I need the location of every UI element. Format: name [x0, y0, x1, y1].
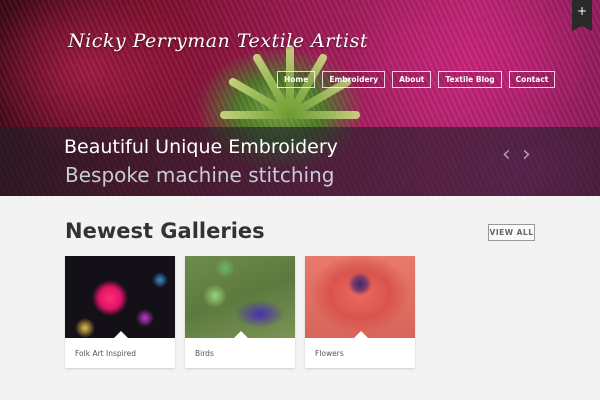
nav-embroidery[interactable]: Embroidery	[322, 71, 386, 88]
gallery-thumbnail[interactable]	[65, 256, 175, 338]
slider-subtitle: Bespoke machine stitching	[65, 163, 335, 187]
gallery-card-folk-art[interactable]: Folk Art Inspired	[65, 256, 175, 368]
site-title[interactable]: Nicky Perryman Textile Artist	[68, 30, 368, 52]
chevron-left-icon[interactable]: ‹	[502, 142, 511, 167]
view-all-button[interactable]: VIEW ALL	[488, 224, 535, 241]
main-nav: Home Embroidery About Textile Blog Conta…	[277, 71, 556, 88]
galleries-heading: Newest Galleries	[65, 219, 265, 243]
nav-home[interactable]: Home	[277, 71, 316, 88]
gallery-label[interactable]: Birds	[195, 349, 214, 358]
hero-embroidery-detail	[220, 111, 290, 119]
gallery-label[interactable]: Folk Art Inspired	[75, 349, 136, 358]
gallery-label[interactable]: Flowers	[315, 349, 344, 358]
nav-textile-blog[interactable]: Textile Blog	[438, 71, 502, 88]
gallery-thumbnail[interactable]	[185, 256, 295, 338]
nav-contact[interactable]: Contact	[508, 71, 556, 88]
chevron-right-icon[interactable]: ›	[522, 142, 531, 167]
hero-embroidery-detail	[290, 111, 360, 119]
slider-title: Beautiful Unique Embroidery	[64, 136, 338, 158]
gallery-card-flowers[interactable]: Flowers	[305, 256, 415, 368]
plus-icon[interactable]: +	[572, 0, 592, 31]
nav-about[interactable]: About	[392, 71, 432, 88]
gallery-card-birds[interactable]: Birds	[185, 256, 295, 368]
gallery-thumbnail[interactable]	[305, 256, 415, 338]
